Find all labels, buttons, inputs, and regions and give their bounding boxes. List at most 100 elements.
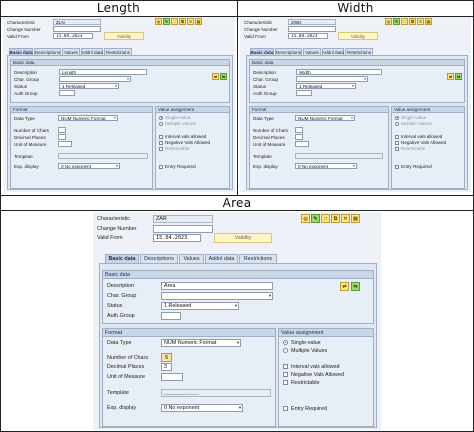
display-icon[interactable]: ◎ [385,18,392,25]
validity-button[interactable]: Validity [104,32,144,40]
status-select[interactable]: 1 Released ▾ [59,83,119,89]
delete-icon[interactable]: ✕ [187,18,194,25]
characteristic-field[interactable]: ZAR [153,215,213,223]
negative-vals-checkbox[interactable] [283,372,288,377]
tab-restrictions[interactable]: Restrictions [104,48,132,55]
copy-icon[interactable]: ⧉ [179,18,186,25]
language-icon[interactable]: ⇆ [220,73,227,80]
tab-addnl-data[interactable]: Addnl data [81,48,103,55]
data-type-select[interactable]: NUM Numeric Format ▾ [161,339,241,347]
number-of-chars-field[interactable] [295,127,303,133]
template-field: ______ [58,153,148,159]
copy-icon[interactable]: ⧉ [331,214,340,223]
entry-required-checkbox[interactable] [283,406,288,411]
valid-from-field[interactable]: 15.04.2023 [153,234,201,242]
language-icon[interactable]: ⇆ [351,282,360,291]
copy-icon[interactable]: ⧉ [409,18,416,25]
number-of-chars-field[interactable] [58,127,66,133]
characteristic-field[interactable]: ZLN [53,19,101,25]
delete-icon[interactable]: ✕ [417,18,424,25]
char-group-select[interactable]: ▾ [161,292,273,300]
multiple-values-radio[interactable] [159,121,163,126]
language-icon[interactable]: ⇆ [455,73,462,80]
auth-group-field[interactable] [296,90,312,96]
description-field[interactable]: Width [296,69,382,75]
change-number-field[interactable] [153,225,213,233]
tab-addnl-data[interactable]: Addnl data [205,254,238,263]
decimal-places-field[interactable] [295,134,303,140]
negative-vals-checkbox[interactable] [395,140,399,145]
decimal-places-field[interactable]: 3 [161,363,172,371]
status-select[interactable]: 1 Released ▾ [296,83,356,89]
exp-display-select[interactable]: 0 No exponent ▾ [58,163,120,169]
tab-values[interactable]: Values [303,48,321,55]
unit-of-measure-field[interactable] [295,141,309,147]
data-type-value: NUM Numeric Format [164,340,217,346]
multiple-values-radio[interactable] [283,348,288,353]
validity-button[interactable]: Validity [338,32,378,40]
tab-basic-data[interactable]: Basic data [9,48,33,55]
valid-from-field[interactable]: 15.04.2023 [288,33,328,39]
create-icon[interactable]: □ [171,18,178,25]
delete-icon[interactable]: ✕ [341,214,350,223]
data-type-select[interactable]: NUM Numeric Format ▾ [295,115,355,121]
entry-required-checkbox[interactable] [395,164,399,169]
data-type-select[interactable]: NUM Numeric Format ▾ [58,115,118,121]
status-select[interactable]: 1 Released ▾ [161,302,239,310]
unit-of-measure-field[interactable] [58,141,72,147]
characteristic-field[interactable]: ZWD [288,19,336,25]
single-value-radio[interactable] [159,115,163,120]
number-of-chars-field[interactable]: 5 [161,353,172,362]
description-field[interactable]: Length [59,69,147,75]
text-edit-icon[interactable]: ⇄ [340,282,349,291]
change-number-field[interactable] [288,26,336,32]
restrictable-checkbox[interactable] [283,380,288,385]
edit-icon[interactable]: ✎ [393,18,400,25]
decimal-places-field[interactable] [58,134,66,140]
display-icon[interactable]: ◎ [155,18,162,25]
change-number-field[interactable] [53,26,101,32]
text-edit-icon[interactable]: ⇄ [212,73,219,80]
exp-display-select[interactable]: 0 No exponent ▾ [295,163,357,169]
tab-descriptions[interactable]: Descriptions [140,254,178,263]
validity-button[interactable]: Validity [214,233,272,243]
description-field[interactable]: Area [161,282,273,290]
char-group-select[interactable]: ▾ [296,76,368,82]
restrictable-checkbox[interactable] [159,146,163,151]
unit-of-measure-field[interactable] [161,373,183,381]
tab-values[interactable]: Values [62,48,80,55]
tab-restrictions[interactable]: Restrictions [239,254,277,263]
tab-addnl-data[interactable]: Addnl data [322,48,344,55]
exp-display-label: Exp. display [14,163,39,169]
tab-basic-data[interactable]: Basic data [250,48,274,55]
auth-group-field[interactable] [59,90,75,96]
restrictable-checkbox[interactable] [395,146,399,151]
auth-group-field[interactable] [161,312,181,320]
char-group-select[interactable]: ▾ [59,76,131,82]
other-icon[interactable]: ▤ [351,214,360,223]
exp-display-select[interactable]: 0 No exponent ▾ [161,404,243,412]
edit-icon[interactable]: ✎ [163,18,170,25]
interval-vals-checkbox[interactable] [283,364,288,369]
create-icon[interactable]: □ [401,18,408,25]
text-edit-icon[interactable]: ⇄ [447,73,454,80]
chevron-down-icon: ▾ [127,77,129,81]
edit-icon[interactable]: ✎ [311,214,320,223]
interval-vals-checkbox[interactable] [159,134,163,139]
create-icon[interactable]: □ [321,214,330,223]
tab-descriptions[interactable]: Descriptions [275,48,302,55]
single-value-radio[interactable] [283,340,288,345]
valid-from-field[interactable]: 15.04.2023 [53,33,93,39]
tab-descriptions[interactable]: Descriptions [34,48,61,55]
other-icon[interactable]: ▤ [425,18,432,25]
display-icon[interactable]: ◎ [301,214,310,223]
tab-basic-data[interactable]: Basic data [105,254,139,263]
multiple-values-radio[interactable] [395,121,399,126]
single-value-radio[interactable] [395,115,399,120]
tab-values[interactable]: Values [179,254,204,263]
negative-vals-checkbox[interactable] [159,140,163,145]
other-icon[interactable]: ▤ [195,18,202,25]
entry-required-checkbox[interactable] [159,164,163,169]
interval-vals-checkbox[interactable] [395,134,399,139]
tab-restrictions[interactable]: Restrictions [345,48,373,55]
